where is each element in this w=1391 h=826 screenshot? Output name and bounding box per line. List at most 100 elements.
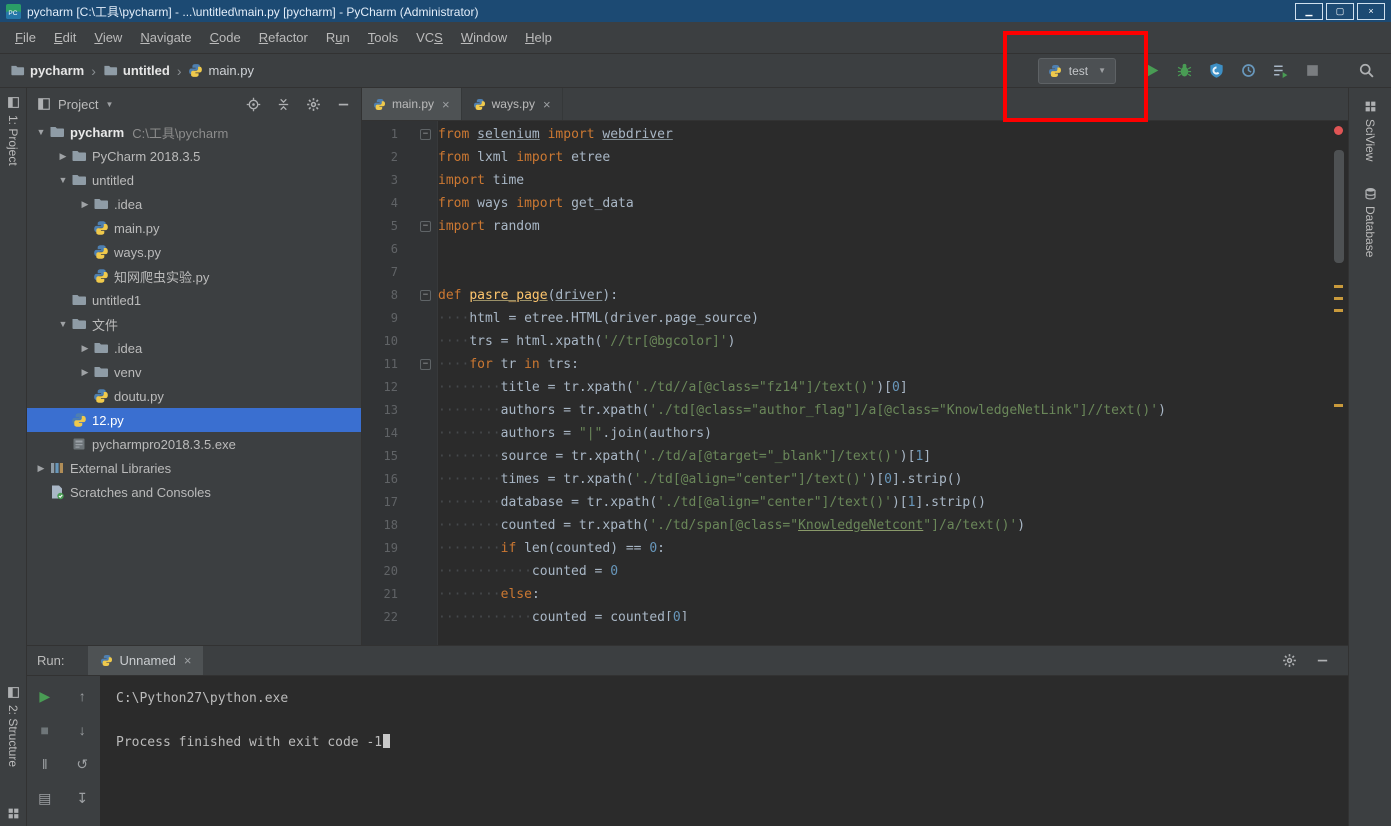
line-number[interactable]: 12: [362, 376, 398, 399]
breadcrumb-pycharm[interactable]: pycharm: [10, 63, 84, 78]
chevron-right-icon[interactable]: ▶: [55, 151, 71, 162]
menu-tools[interactable]: Tools: [359, 30, 407, 45]
line-number[interactable]: 18: [362, 514, 398, 537]
tree-item-12.py[interactable]: 12.py: [27, 408, 361, 432]
menu-window[interactable]: Window: [452, 30, 516, 45]
run-tab-unnamed[interactable]: Unnamed ×: [88, 646, 204, 675]
tree-item-external-libraries[interactable]: ▶ External Libraries: [27, 456, 361, 480]
inspection-mark[interactable]: [1334, 404, 1343, 407]
tree-item-venv[interactable]: ▶ venv: [27, 360, 361, 384]
code-line[interactable]: 20 ············ counted = 0: [362, 560, 1332, 583]
line-number[interactable]: 8: [362, 284, 398, 307]
code-line[interactable]: 18 ········ counted = tr.xpath('./td/span[…: [362, 514, 1332, 537]
line-number[interactable]: 7: [362, 261, 398, 284]
code-line[interactable]: 21 ········ else:: [362, 583, 1332, 606]
settings-button[interactable]: [1282, 653, 1297, 668]
maximize-window-button[interactable]: ▢: [1326, 2, 1354, 20]
code-line[interactable]: 8 − def pasre_page(driver):: [362, 284, 1332, 307]
tree-item-pycharm-2018.3.5[interactable]: ▶ PyCharm 2018.3.5: [27, 144, 361, 168]
close-icon[interactable]: ×: [543, 97, 551, 112]
menu-help[interactable]: Help: [516, 30, 561, 45]
fold-marker-icon[interactable]: −: [420, 359, 431, 370]
breadcrumb-untitled[interactable]: untitled: [103, 63, 170, 78]
line-number[interactable]: 3: [362, 169, 398, 192]
run-config-selector[interactable]: test ▼: [1037, 57, 1116, 84]
tool-tab-structure[interactable]: 2: Structure: [6, 686, 20, 767]
code-line[interactable]: 13 ········ authors = tr.xpath('./td[@clas…: [362, 399, 1332, 422]
inspection-mark[interactable]: [1334, 309, 1343, 312]
menu-file[interactable]: File: [6, 30, 45, 45]
line-number[interactable]: 11: [362, 353, 398, 376]
tree-item-untitled[interactable]: ▼ untitled: [27, 168, 361, 192]
line-number[interactable]: 13: [362, 399, 398, 422]
code-line[interactable]: 15 ········ source = tr.xpath('./td/a[@tar…: [362, 445, 1332, 468]
close-window-button[interactable]: ×: [1357, 2, 1385, 20]
run-button[interactable]: [1143, 62, 1161, 80]
code-line[interactable]: 19 ········ if len(counted) == 0:: [362, 537, 1332, 560]
code-line[interactable]: 2 from lxml import etree: [362, 146, 1332, 169]
code-line[interactable]: 3 import time: [362, 169, 1332, 192]
tool-tab-database[interactable]: Database: [1363, 187, 1377, 258]
line-number[interactable]: 10: [362, 330, 398, 353]
chevron-right-icon[interactable]: ▶: [33, 463, 49, 474]
tree-item-ways.py[interactable]: ways.py: [27, 240, 361, 264]
line-number[interactable]: 9: [362, 307, 398, 330]
editor-tab-ways.py[interactable]: ways.py ×: [462, 88, 563, 120]
up-stack-trace-button[interactable]: ↑: [72, 686, 92, 706]
pause-output-button[interactable]: ‖: [35, 754, 55, 774]
fold-marker-icon[interactable]: −: [420, 290, 431, 301]
editor-tab-main.py[interactable]: main.py ×: [362, 88, 462, 120]
close-icon[interactable]: ×: [442, 97, 450, 112]
run-console[interactable]: C:\Python27\python.exe Process finished …: [100, 676, 1348, 826]
line-number[interactable]: 6: [362, 238, 398, 261]
chevron-down-icon[interactable]: ▼: [55, 319, 71, 329]
menu-run[interactable]: Run: [317, 30, 359, 45]
collapse-all-button[interactable]: [276, 97, 291, 112]
line-number[interactable]: 1: [362, 123, 398, 146]
line-number[interactable]: 21: [362, 583, 398, 606]
inspections-error-indicator[interactable]: [1334, 126, 1343, 135]
code-line[interactable]: 14 ········ authors = "|" .join(authors): [362, 422, 1332, 445]
settings-button[interactable]: [306, 97, 321, 112]
line-number[interactable]: 22: [362, 606, 398, 621]
fold-marker-icon[interactable]: −: [420, 129, 431, 140]
line-number[interactable]: 14: [362, 422, 398, 445]
code-line[interactable]: 12 ········ title = tr.xpath('./td//a[@cla…: [362, 376, 1332, 399]
tree-item-pycharmpro2018.3.5.exe[interactable]: pycharmpro2018.3.5.exe: [27, 432, 361, 456]
hide-button[interactable]: [336, 97, 351, 112]
line-number[interactable]: 5: [362, 215, 398, 238]
menu-vcs[interactable]: VCS: [407, 30, 452, 45]
code-line[interactable]: 1 − from selenium import webdriver: [362, 123, 1332, 146]
tree-item-doutu.py[interactable]: doutu.py: [27, 384, 361, 408]
tree-item-pycharm[interactable]: ▼ pycharm C:\工具\pycharm: [27, 120, 361, 144]
code-line[interactable]: 4 from ways import get_data: [362, 192, 1332, 215]
rerun-button[interactable]: ▶: [35, 686, 55, 706]
project-panel-title[interactable]: Project: [58, 97, 98, 112]
code-line[interactable]: 11 − ···· for tr in trs:: [362, 353, 1332, 376]
tree-item--[interactable]: ▼ 文件: [27, 312, 361, 336]
scroll-to-end-button[interactable]: ↧: [72, 788, 92, 808]
line-number[interactable]: 17: [362, 491, 398, 514]
code-line[interactable]: 9 ···· html = etree.HTML(driver.page_sourc…: [362, 307, 1332, 330]
search-everywhere-button[interactable]: [1357, 62, 1375, 80]
coverage-button[interactable]: [1207, 62, 1225, 80]
tool-tab-sciview[interactable]: SciView: [1363, 100, 1377, 161]
stop-button[interactable]: ■: [35, 720, 55, 740]
show-console-button[interactable]: ▤: [35, 788, 55, 808]
line-number[interactable]: 16: [362, 468, 398, 491]
line-number[interactable]: 4: [362, 192, 398, 215]
tool-tab-project[interactable]: 1: Project: [6, 96, 20, 166]
editor-scrollbar[interactable]: [1332, 121, 1346, 645]
code-line[interactable]: 7: [362, 261, 1332, 284]
inspection-mark[interactable]: [1334, 297, 1343, 300]
line-number[interactable]: 20: [362, 560, 398, 583]
line-number[interactable]: 15: [362, 445, 398, 468]
menu-view[interactable]: View: [85, 30, 131, 45]
code-line[interactable]: 16 ········ times = tr.xpath('./td[@align=…: [362, 468, 1332, 491]
menu-edit[interactable]: Edit: [45, 30, 85, 45]
chevron-down-icon[interactable]: ▼: [33, 127, 49, 137]
profile-button[interactable]: [1239, 62, 1257, 80]
hide-button[interactable]: [1315, 653, 1330, 668]
close-icon[interactable]: ×: [184, 653, 192, 668]
tree-item-.idea[interactable]: ▶ .idea: [27, 336, 361, 360]
